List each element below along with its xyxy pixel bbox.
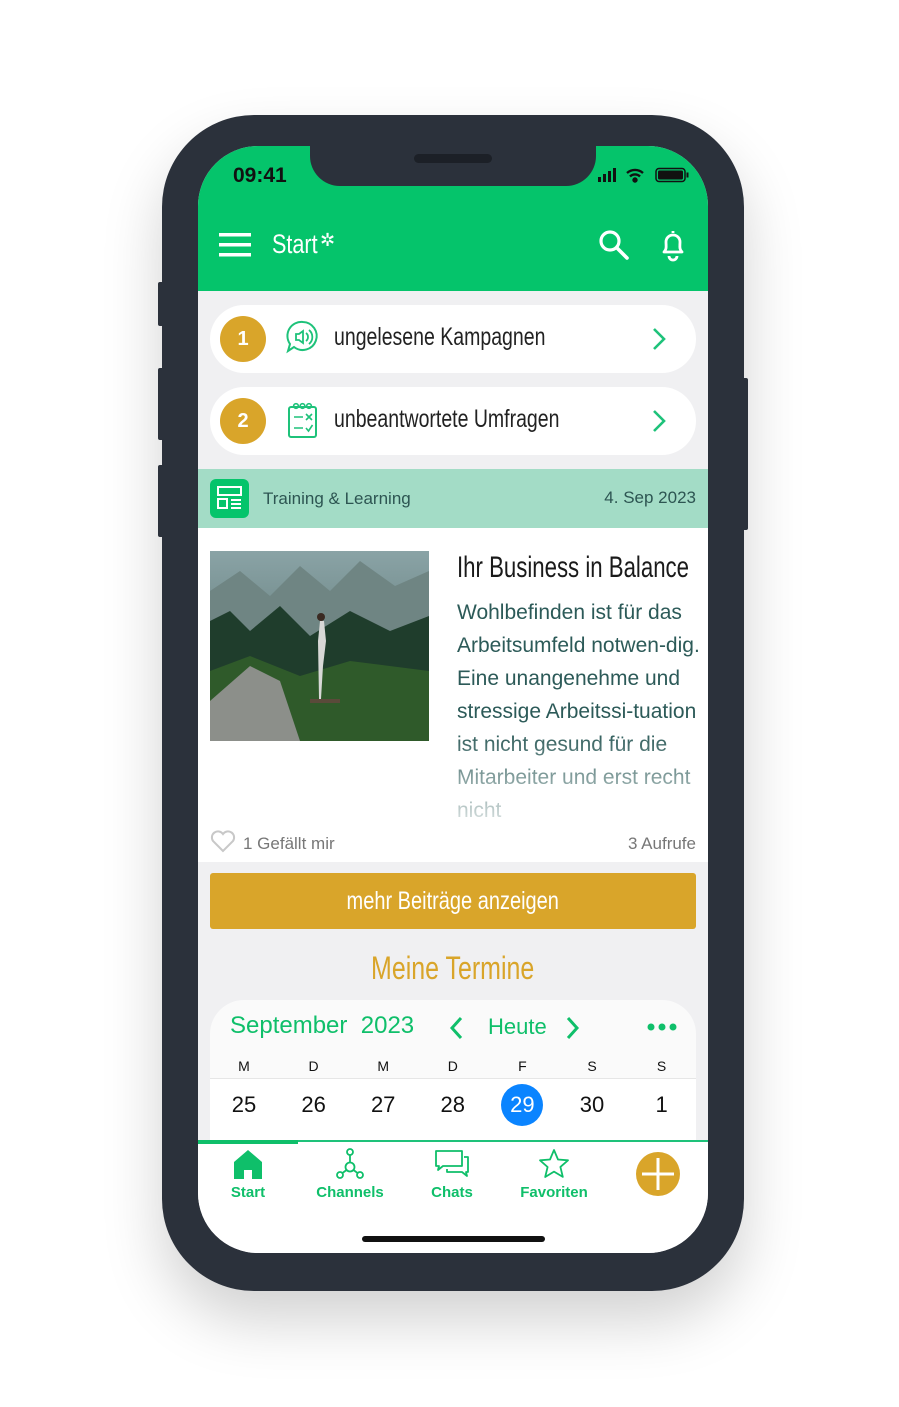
home-indicator <box>362 1236 545 1242</box>
calendar-day[interactable]: 26 <box>284 1084 344 1126</box>
tab-label: Channels <box>316 1184 384 1201</box>
day-number: 26 <box>301 1092 326 1117</box>
chevron-left-icon[interactable] <box>448 1015 464 1041</box>
calendar-year: 2023 <box>360 1012 415 1039</box>
appointments-title: Meine Termine <box>198 950 708 987</box>
search-icon[interactable] <box>598 229 630 261</box>
tab-label: Favoriten <box>520 1184 588 1201</box>
more-posts-button[interactable]: mehr Beiträge anzeigen <box>210 873 696 929</box>
chevron-right-icon[interactable] <box>565 1015 581 1041</box>
signal-icon <box>598 168 616 182</box>
weekday-label: S <box>656 1058 667 1074</box>
app-screen: 09:41 Start ✲ 1 ungelesene Kampagnen 2 u… <box>198 146 708 1253</box>
likes-count[interactable]: 1 Gefällt mir <box>243 834 335 854</box>
home-icon <box>234 1150 262 1179</box>
bell-icon[interactable] <box>658 228 688 262</box>
today-button[interactable]: Heute <box>488 1014 547 1040</box>
tab-channels[interactable]: Channels <box>300 1148 400 1201</box>
status-icons <box>598 167 689 183</box>
count-badge: 2 <box>220 398 266 444</box>
calendar-day[interactable]: 25 <box>214 1084 274 1126</box>
channel-name: Training & Learning <box>263 489 411 508</box>
tab-label: Chats <box>431 1184 473 1201</box>
star-icon <box>539 1149 569 1178</box>
power-button <box>742 378 748 530</box>
wifi-icon <box>626 168 644 183</box>
tab-favorites[interactable]: Favoriten <box>504 1148 604 1201</box>
day-number: 28 <box>440 1092 466 1117</box>
active-tab-indicator <box>198 1140 298 1144</box>
mute-switch <box>158 282 164 326</box>
calendar-day[interactable]: 1 <box>632 1084 692 1126</box>
weekday-label: M <box>377 1058 390 1074</box>
weekday-label: D <box>308 1058 319 1074</box>
tab-chats[interactable]: Chats <box>402 1148 502 1201</box>
chevron-right-icon <box>653 328 666 350</box>
unread-campaigns-card[interactable]: 1 ungelesene Kampagnen <box>210 305 696 373</box>
card-label: ungelesene Kampagnen <box>334 323 546 351</box>
more-options-icon[interactable] <box>647 1022 677 1032</box>
chat-bubbles-icon <box>435 1150 469 1177</box>
channel-band[interactable]: Training & Learning 4. Sep 2023 <box>198 469 708 528</box>
tab-start[interactable]: Start <box>198 1148 298 1201</box>
count-badge: 1 <box>220 316 266 362</box>
day-number: 1 <box>655 1092 668 1117</box>
heart-icon[interactable] <box>210 829 236 853</box>
hamburger-icon[interactable] <box>219 233 251 257</box>
day-number: 25 <box>231 1092 257 1117</box>
weekday-label: M <box>238 1058 250 1074</box>
status-time: 09:41 <box>233 164 287 187</box>
add-button[interactable] <box>635 1151 681 1197</box>
views-count: 3 Aufrufe <box>627 834 696 853</box>
post-excerpt: Wohlbefinden ist für das Arbeitsumfeld n… <box>457 601 700 821</box>
weekday-label: D <box>447 1058 458 1074</box>
volume-down-button <box>158 465 164 537</box>
calendar-month: September <box>230 1012 348 1039</box>
calendar-day[interactable]: 30 <box>562 1084 622 1126</box>
chevron-right-icon <box>653 410 666 432</box>
network-icon <box>336 1148 364 1179</box>
day-number: 30 <box>579 1092 605 1117</box>
speech-speaker-icon <box>286 320 318 354</box>
gear-icon[interactable]: ✲ <box>320 230 335 251</box>
channel-layout-icon <box>210 479 249 518</box>
day-number: 29 <box>510 1092 535 1117</box>
tab-label: Start <box>230 1184 266 1201</box>
calendar-day[interactable]: 27 <box>353 1084 413 1126</box>
calendar-day[interactable]: 28 <box>423 1084 483 1126</box>
more-posts-label: mehr Beiträge anzeigen <box>346 887 560 915</box>
battery-icon <box>655 167 689 183</box>
calendar: September 2023 Heute M 25 D 26 M 27 D 28 F 29 S 30 S… <box>210 1000 696 1140</box>
weekday-label: S <box>587 1058 597 1074</box>
post-title: Ihr Business in Balance <box>457 551 690 584</box>
card-label: unbeantwortete Umfragen <box>334 405 560 433</box>
notch <box>310 146 596 186</box>
weekday-label: F <box>518 1058 527 1074</box>
volume-up-button <box>158 368 164 440</box>
post-image-yoga-mountain[interactable] <box>210 551 429 741</box>
header-title: Start <box>272 229 318 259</box>
post-date: 4. Sep 2023 <box>604 488 696 507</box>
day-number: 27 <box>370 1092 396 1117</box>
survey-clipboard-icon <box>288 402 317 438</box>
unanswered-surveys-card[interactable]: 2 unbeantwortete Umfragen <box>210 387 696 455</box>
speaker <box>414 154 492 163</box>
appointments-title-text: Meine Termine <box>371 950 535 986</box>
calendar-month-year: September 2023 <box>230 1012 414 1040</box>
